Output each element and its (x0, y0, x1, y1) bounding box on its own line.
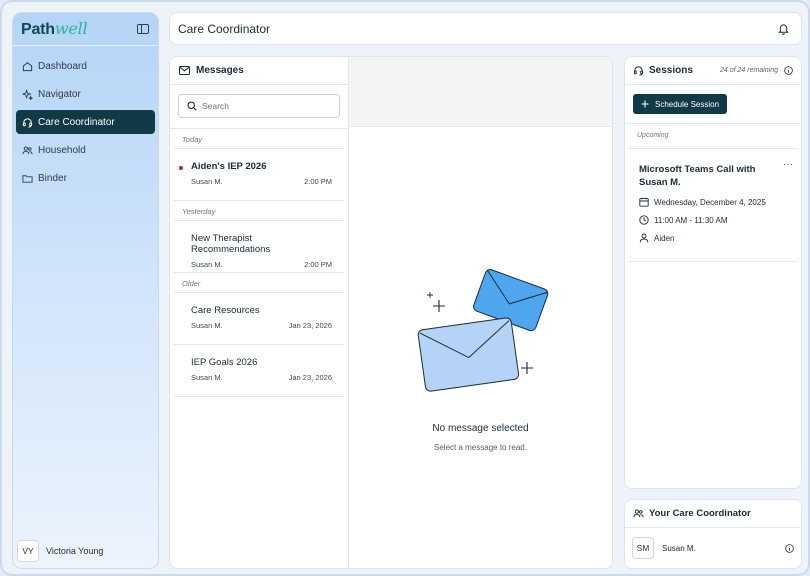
sidebar-collapse-icon[interactable] (137, 24, 149, 34)
session-title: Microsoft Teams Call with Susan M. (639, 164, 756, 188)
session-card[interactable]: Microsoft Teams Call with Susan M. ··· W… (639, 159, 793, 243)
sidebar-nav: Dashboard Navigator Care Coordinator Hou… (13, 46, 158, 190)
brand-row: Pathwell (13, 13, 158, 46)
message-sender: Susan M. (191, 177, 223, 186)
avatar: VY (17, 540, 39, 562)
list-item[interactable]: Aiden's IEP 2026 Susan M. 2:00 PM (174, 149, 344, 201)
empty-state-subtitle: Select a message to read. (434, 443, 527, 452)
sessions-header: Sessions 24 of 24 remaining (625, 57, 801, 85)
calendar-icon (639, 197, 649, 207)
envelopes-illustration-icon (417, 269, 549, 392)
sessions-panel: Sessions 24 of 24 remaining Schedule Ses… (624, 56, 802, 489)
avatar: SM (632, 537, 654, 559)
sparkle-icon (22, 88, 33, 100)
session-attendee: Aiden (654, 233, 675, 243)
sidebar-item-label: Household (38, 144, 86, 156)
page-title: Care Coordinator (178, 21, 271, 36)
message-subject: New Therapist Recommendations (191, 233, 271, 255)
clock-icon (639, 215, 649, 225)
empty-state-title: No message selected (432, 423, 529, 434)
sidebar-item-care-coordinator[interactable]: Care Coordinator (16, 110, 155, 134)
folder-icon (22, 174, 33, 183)
sidebar-item-label: Navigator (38, 88, 81, 100)
app-frame: Pathwell Dashboard Navigator Care Coordi… (0, 0, 810, 576)
logo[interactable]: Pathwell (21, 19, 88, 39)
unread-dot (179, 166, 183, 170)
session-attendee-row: Aiden (639, 233, 789, 243)
message-viewer: No message selected Select a message to … (349, 57, 612, 568)
sidebar-item-dashboard[interactable]: Dashboard (16, 54, 155, 78)
info-icon[interactable] (784, 66, 793, 75)
session-time: 11:00 AM - 11:30 AM (654, 215, 728, 225)
sidebar-item-binder[interactable]: Binder (16, 166, 155, 190)
home-icon (22, 61, 33, 71)
bell-icon[interactable] (778, 23, 789, 35)
message-subject: Aiden's IEP 2026 (191, 161, 267, 172)
search-icon (187, 101, 197, 111)
list-item[interactable]: Care Resources Susan M. Jan 23, 2026 (174, 293, 344, 345)
coordinator-row[interactable]: SM Susan M. (625, 528, 801, 559)
message-viewer-header (349, 57, 612, 127)
user-name: Victoria Young (46, 546, 104, 556)
people-icon (633, 509, 644, 518)
search-box[interactable] (178, 94, 340, 118)
user-profile[interactable]: VY Victoria Young (17, 540, 103, 562)
more-options-icon[interactable]: ··· (783, 159, 793, 170)
session-date-row: Wednesday, December 4, 2025 (639, 197, 789, 207)
upcoming-label: Upcoming (637, 132, 669, 139)
sidebar-item-navigator[interactable]: Navigator (16, 82, 155, 106)
message-time: 2:00 PM (304, 177, 332, 186)
coordinator-name: Susan M. (662, 543, 696, 553)
message-time: 2:00 PM (304, 260, 332, 269)
message-subject: IEP Goals 2026 (191, 357, 258, 368)
group-label-today: Today (174, 129, 344, 149)
divider (629, 148, 797, 149)
care-coordinator-header: Your Care Coordinator (625, 500, 801, 528)
messages-panel: Messages Today Aiden's IEP 2026 Susan M.… (169, 56, 613, 569)
group-label-yesterday: Yesterday (174, 201, 344, 221)
list-item[interactable]: New Therapist Recommendations Susan M. 2:… (174, 221, 344, 273)
group-label-older: Older (174, 273, 344, 293)
sessions-title: Sessions (649, 65, 693, 76)
sidebar-item-label: Binder (38, 172, 67, 184)
messages-title: Messages (196, 65, 244, 76)
headset-icon (633, 66, 644, 76)
schedule-session-label: Schedule Session (655, 99, 720, 109)
sidebar-item-household[interactable]: Household (16, 138, 155, 162)
logo-script: well (54, 19, 88, 38)
message-sender: Susan M. (191, 260, 223, 269)
message-time: Jan 23, 2026 (288, 321, 332, 330)
care-coordinator-title: Your Care Coordinator (649, 508, 751, 519)
search-container (170, 85, 348, 129)
message-sender: Susan M. (191, 373, 223, 382)
list-item[interactable]: IEP Goals 2026 Susan M. Jan 23, 2026 (174, 345, 344, 397)
divider (629, 261, 797, 262)
messages-header: Messages (170, 57, 348, 85)
people-icon (22, 146, 33, 154)
message-time: Jan 23, 2026 (288, 373, 332, 382)
sidebar-item-label: Care Coordinator (38, 116, 115, 128)
mail-icon (179, 66, 190, 75)
sidebar-item-label: Dashboard (38, 60, 87, 72)
search-input[interactable] (202, 101, 322, 111)
headset-icon (22, 117, 33, 128)
logo-main: Path (21, 21, 55, 38)
plus-icon (641, 100, 649, 108)
top-header: Care Coordinator (169, 12, 802, 45)
session-date: Wednesday, December 4, 2025 (654, 197, 766, 207)
session-time-row: 11:00 AM - 11:30 AM (639, 215, 789, 225)
message-sender: Susan M. (191, 321, 223, 330)
info-icon[interactable] (785, 543, 794, 553)
divider (625, 123, 801, 124)
sidebar: Pathwell Dashboard Navigator Care Coordi… (12, 12, 159, 569)
care-coordinator-card: Your Care Coordinator SM Susan M. (624, 499, 802, 569)
message-subject: Care Resources (191, 305, 260, 316)
sessions-remaining: 24 of 24 remaining (720, 67, 778, 74)
message-list: Messages Today Aiden's IEP 2026 Susan M.… (170, 57, 349, 568)
person-icon (639, 233, 649, 243)
schedule-session-button[interactable]: Schedule Session (633, 94, 728, 114)
